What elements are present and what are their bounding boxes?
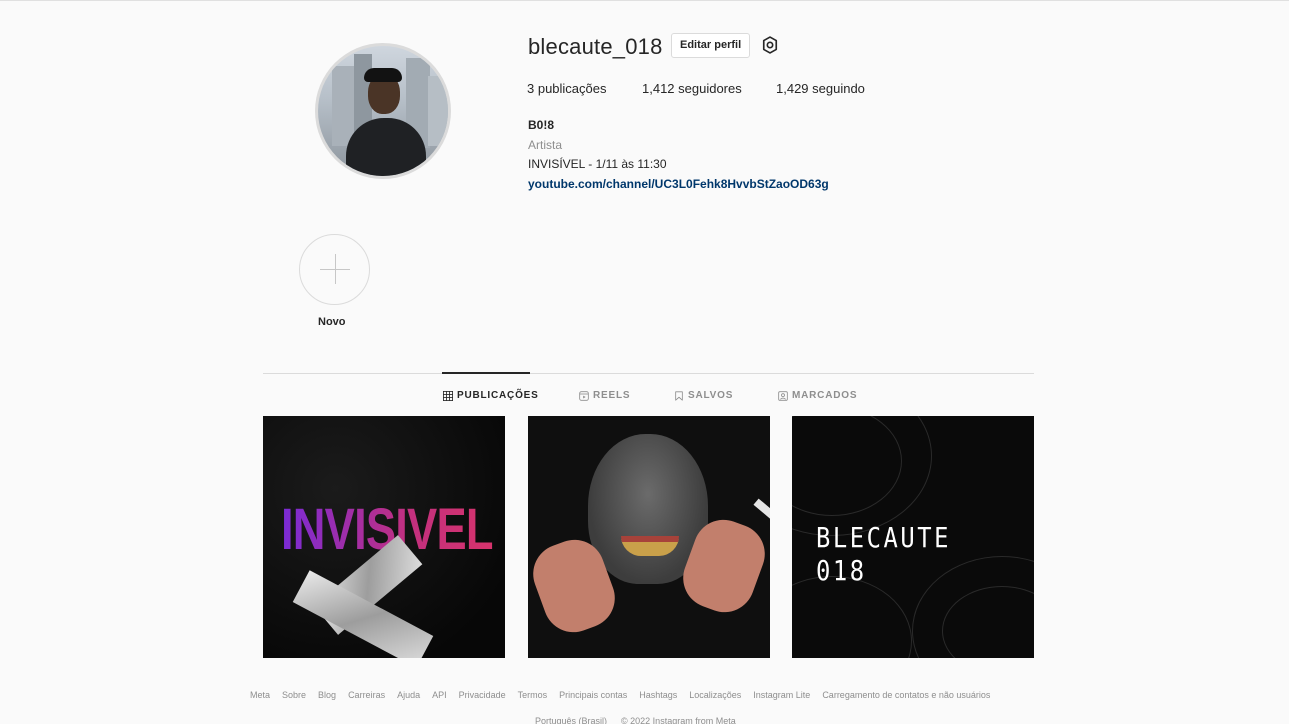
- edit-profile-button[interactable]: Editar perfil: [671, 33, 751, 58]
- language-selector[interactable]: Português (Brasil): [535, 716, 607, 724]
- tab-saved[interactable]: SALVOS: [674, 390, 733, 401]
- posts-count: 3 publicações: [527, 81, 607, 96]
- followers-link[interactable]: 1,412 seguidores: [642, 81, 742, 96]
- post-3-artwork-text: BLECAUTE 018: [816, 521, 952, 587]
- footer-link-privacy[interactable]: Privacidade: [459, 690, 506, 700]
- profile-username: blecaute_018: [528, 34, 663, 59]
- footer-link-top-accounts[interactable]: Principais contas: [559, 690, 627, 700]
- following-link[interactable]: 1,429 seguindo: [776, 81, 865, 96]
- bookmark-icon: [675, 390, 683, 401]
- new-highlight-button[interactable]: [299, 234, 370, 305]
- footer-link-careers[interactable]: Carreiras: [348, 690, 385, 700]
- profile-full-name: B0!8: [528, 118, 555, 132]
- grid-icon: [443, 390, 453, 401]
- tab-saved-label: SALVOS: [688, 390, 734, 401]
- profile-bio: INVISÍVEL - 1/11 às 11:30: [528, 157, 667, 171]
- tab-reels-label: REELS: [593, 390, 631, 401]
- footer-link-contacts-upload[interactable]: Carregamento de contatos e não usuários: [822, 690, 990, 700]
- profile-avatar[interactable]: [315, 43, 451, 179]
- footer-link-hashtags[interactable]: Hashtags: [639, 690, 677, 700]
- footer-sub: Português (Brasil) © 2022 Instagram from…: [535, 716, 736, 724]
- footer-links: Meta Sobre Blog Carreiras Ajuda API Priv…: [250, 690, 990, 700]
- settings-gear-icon[interactable]: [760, 35, 780, 55]
- tab-posts[interactable]: PUBLICAÇÕES: [443, 390, 539, 401]
- footer-link-about[interactable]: Sobre: [282, 690, 306, 700]
- copyright-text: © 2022 Instagram from Meta: [621, 716, 736, 724]
- tagged-icon: [778, 390, 788, 401]
- top-divider: [0, 0, 1289, 1]
- avatar-image: [318, 46, 448, 176]
- footer-link-locations[interactable]: Localizações: [689, 690, 741, 700]
- post-thumbnail-2[interactable]: [528, 416, 770, 658]
- reels-icon: [579, 390, 589, 401]
- new-highlight-label: Novo: [318, 316, 346, 328]
- tab-posts-label: PUBLICAÇÕES: [457, 390, 539, 401]
- footer-link-help[interactable]: Ajuda: [397, 690, 420, 700]
- post-thumbnail-1[interactable]: INVISIVEL: [263, 416, 505, 658]
- profile-website-link[interactable]: youtube.com/channel/UC3L0Fehk8HvvbStZaoO…: [528, 177, 829, 191]
- footer-link-api[interactable]: API: [432, 690, 447, 700]
- profile-category: Artista: [528, 138, 563, 152]
- footer-link-instagram-lite[interactable]: Instagram Lite: [753, 690, 810, 700]
- post-thumbnail-3[interactable]: BLECAUTE 018: [792, 416, 1034, 658]
- tab-reels[interactable]: REELS: [579, 390, 630, 401]
- footer-link-terms[interactable]: Termos: [518, 690, 548, 700]
- tabs-divider: [263, 373, 1034, 374]
- tab-tagged[interactable]: MARCADOS: [778, 390, 857, 401]
- tab-tagged-label: MARCADOS: [792, 390, 858, 401]
- active-tab-indicator: [442, 372, 530, 374]
- footer-link-blog[interactable]: Blog: [318, 690, 336, 700]
- footer-link-meta[interactable]: Meta: [250, 690, 270, 700]
